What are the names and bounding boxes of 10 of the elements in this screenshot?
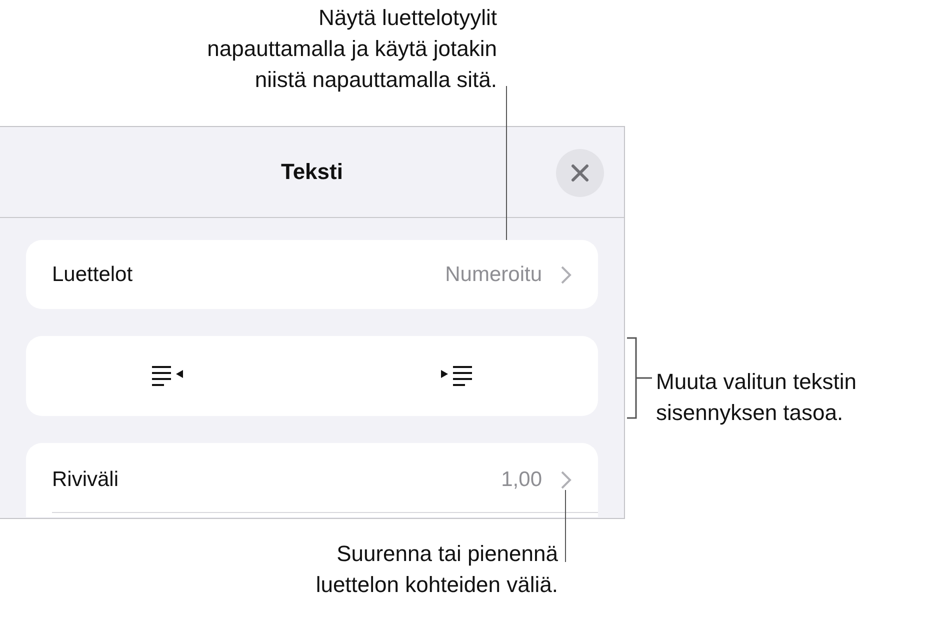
row-value: Numeroitu — [445, 262, 542, 286]
settings-row[interactable]: Riviväli 1,00 — [26, 443, 598, 517]
callout-text: Muuta valitun tekstin sisennyksen tasoa. — [656, 368, 857, 427]
callout-text: Näytä luettelotyylit napauttamalla ja käytä jotakin niistä napauttamalla sitä. — [207, 4, 497, 94]
row-label: Luettelot — [52, 262, 134, 286]
settings-row[interactable]: Luettelot Numeroitu — [26, 240, 598, 309]
panel-title: Teksti — [281, 159, 343, 185]
row-label: Riviväli — [52, 468, 120, 492]
callout-text: Suurenna tai pienennä luettelon kohteiden väliä. — [316, 540, 558, 599]
row-value: 1,00 — [501, 468, 542, 492]
